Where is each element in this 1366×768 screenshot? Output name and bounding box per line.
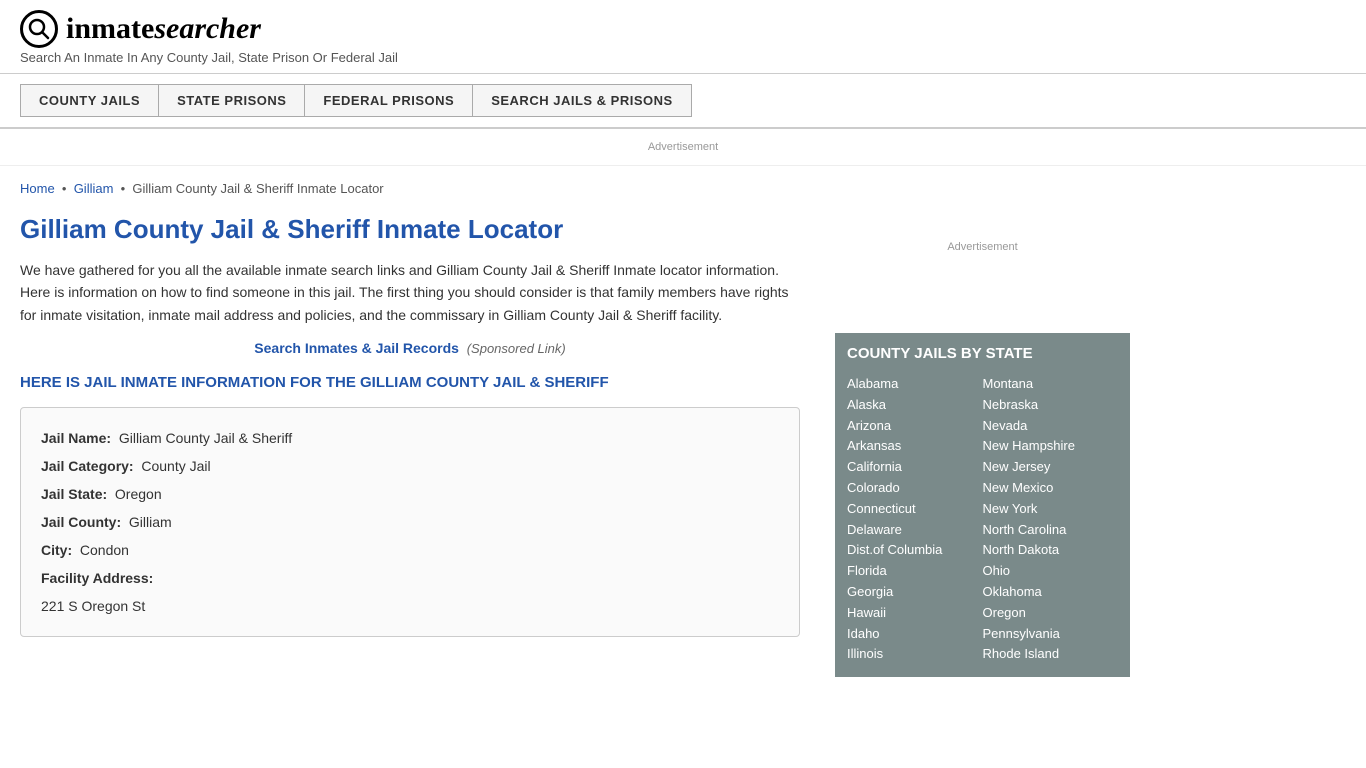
page-title: Gilliam County Jail & Sheriff Inmate Loc…	[20, 214, 800, 245]
content-area: Home • Gilliam • Gilliam County Jail & S…	[20, 166, 820, 692]
header: inmatesearcher Search An Inmate In Any C…	[0, 0, 1366, 74]
info-box: Jail Name: Gilliam County Jail & Sheriff…	[20, 407, 800, 637]
nav-bar: COUNTY JAILS STATE PRISONS FEDERAL PRISO…	[0, 74, 1366, 129]
jail-name-label: Jail Name:	[41, 430, 111, 446]
nav-state-prisons[interactable]: STATE PRISONS	[158, 84, 304, 117]
jail-county-value: Gilliam	[129, 514, 172, 530]
state-link[interactable]: Arizona	[847, 416, 891, 435]
breadcrumb: Home • Gilliam • Gilliam County Jail & S…	[20, 181, 800, 196]
state-link[interactable]: Georgia	[847, 582, 893, 601]
jail-category-label: Jail Category:	[41, 458, 134, 474]
state-link[interactable]: Nevada	[983, 416, 1028, 435]
state-link[interactable]: New Mexico	[983, 478, 1054, 497]
description: We have gathered for you all the availab…	[20, 259, 800, 326]
state-link[interactable]: New Hampshire	[983, 436, 1075, 455]
nav-list: COUNTY JAILS STATE PRISONS FEDERAL PRISO…	[20, 84, 1346, 117]
state-link[interactable]: Montana	[983, 374, 1034, 393]
state-link[interactable]: Florida	[847, 561, 887, 580]
logo-italic: searcher	[154, 12, 261, 45]
state-link[interactable]: Connecticut	[847, 499, 916, 518]
logo-area: inmatesearcher	[20, 10, 1346, 48]
state-link[interactable]: New York	[983, 499, 1038, 518]
jail-state-label: Jail State:	[41, 486, 107, 502]
city-value: Condon	[80, 542, 129, 558]
state-link[interactable]: Pennsylvania	[983, 624, 1060, 643]
facility-address-label: Facility Address:	[41, 570, 153, 586]
jail-name-row: Jail Name: Gilliam County Jail & Sheriff	[41, 424, 779, 452]
state-link[interactable]: Arkansas	[847, 436, 901, 455]
state-link[interactable]: Nebraska	[983, 395, 1039, 414]
state-link[interactable]: North Carolina	[983, 520, 1067, 539]
state-link[interactable]: Colorado	[847, 478, 900, 497]
main-layout: Home • Gilliam • Gilliam County Jail & S…	[0, 166, 1366, 692]
sponsored-suffix: (Sponsored Link)	[467, 341, 566, 356]
state-link[interactable]: Dist.of Columbia	[847, 540, 942, 559]
state-link[interactable]: Alaska	[847, 395, 886, 414]
states-grid: Alabama Alaska ArizonaArkansas California Co…	[847, 374, 1118, 665]
breadcrumb-home[interactable]: Home	[20, 181, 55, 196]
county-jails-box: COUNTY JAILS BY STATE Alabama Alaska Arizo…	[835, 333, 1130, 677]
states-col1: Alabama Alaska ArizonaArkansas California Co…	[847, 374, 983, 665]
state-link[interactable]: Ohio	[983, 561, 1010, 580]
nav-search-jails[interactable]: SEARCH JAILS & PRISONS	[472, 84, 691, 117]
state-link[interactable]: Illinois	[847, 644, 883, 663]
state-link[interactable]: North Dakota	[983, 540, 1060, 559]
jail-county-label: Jail County:	[41, 514, 121, 530]
nav-federal-prisons[interactable]: FEDERAL PRISONS	[304, 84, 472, 117]
facility-address-value: 221 S Oregon St	[41, 598, 145, 614]
state-link[interactable]: New Jersey	[983, 457, 1051, 476]
state-link[interactable]: Hawaii	[847, 603, 886, 622]
jail-county-row: Jail County: Gilliam	[41, 508, 779, 536]
state-link[interactable]: Idaho	[847, 624, 880, 643]
jail-category-value: County Jail	[141, 458, 210, 474]
state-link[interactable]: California	[847, 457, 902, 476]
state-link[interactable]: Oklahoma	[983, 582, 1042, 601]
facility-address-row: Facility Address: 221 S Oregon St	[41, 564, 779, 620]
logo-text: inmatesearcher	[66, 12, 261, 46]
logo-plain: inmate	[66, 12, 154, 45]
jail-state-value: Oregon	[115, 486, 162, 502]
jail-category-row: Jail Category: County Jail	[41, 452, 779, 480]
ad-banner: Advertisement	[0, 129, 1366, 166]
nav-county-jails[interactable]: COUNTY JAILS	[20, 84, 158, 117]
city-label: City:	[41, 542, 72, 558]
state-link[interactable]: Oregon	[983, 603, 1026, 622]
breadcrumb-parent[interactable]: Gilliam	[74, 181, 114, 196]
jail-state-row: Jail State: Oregon	[41, 480, 779, 508]
state-link[interactable]: Delaware	[847, 520, 902, 539]
county-jails-title: COUNTY JAILS BY STATE	[847, 345, 1118, 362]
tagline: Search An Inmate In Any County Jail, Sta…	[20, 50, 1346, 65]
city-row: City: Condon	[41, 536, 779, 564]
sidebar: Advertisement COUNTY JAILS BY STATE Alab…	[820, 166, 1130, 692]
info-heading: HERE IS JAIL INMATE INFORMATION FOR THE …	[20, 372, 800, 393]
state-link[interactable]: Rhode Island	[983, 644, 1060, 663]
sponsored-link-area: Search Inmates & Jail Records (Sponsored…	[20, 340, 800, 356]
sidebar-ad: Advertisement	[835, 181, 1130, 313]
sponsored-link[interactable]: Search Inmates & Jail Records	[254, 340, 459, 356]
jail-name-value: Gilliam County Jail & Sheriff	[119, 430, 292, 446]
state-link[interactable]: Alabama	[847, 374, 898, 393]
logo-icon	[20, 10, 58, 48]
states-col2: Montana Nebraska NevadaNew Hampshire New Je…	[983, 374, 1119, 665]
breadcrumb-current: Gilliam County Jail & Sheriff Inmate Loc…	[132, 181, 383, 196]
